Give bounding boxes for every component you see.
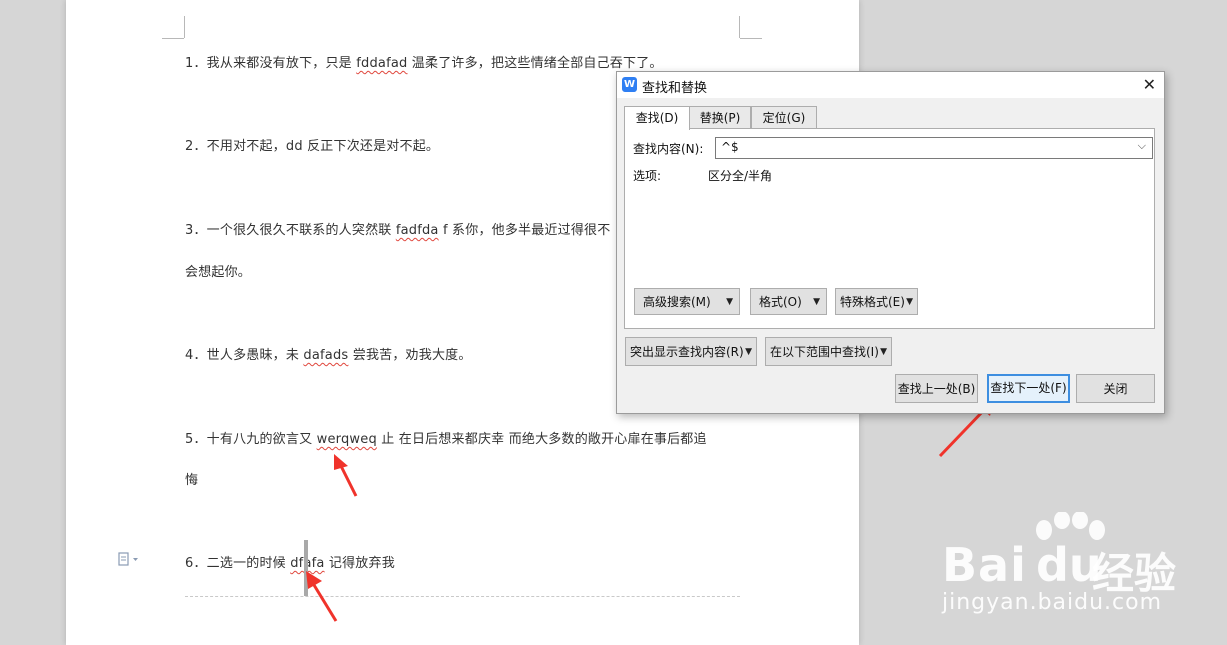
line-text: 6．二选一的时候	[185, 556, 291, 571]
dialog-title: 查找和替换	[642, 81, 708, 96]
line-text: 3．一个很久很久不联系的人突然联	[185, 223, 396, 238]
find-content-value: ^$	[721, 140, 739, 154]
dropdown-arrow-icon: ▼	[745, 347, 752, 357]
line-text: 止 在日后想来都庆幸 而绝大多数的敞开心扉在事后都追	[376, 432, 707, 447]
annotation-arrow-2	[306, 571, 338, 622]
find-next-button[interactable]: 查找下一处(F)	[987, 374, 1070, 403]
find-replace-dialog[interactable]: W 查找和替换 ✕ 查找(D) 替换(P) 定位(G) 查找内容(N): ^$ …	[616, 71, 1165, 414]
line-text: 5．十有八九的欲言又	[185, 432, 317, 447]
highlight-found-button[interactable]: 突出显示查找内容(R) ▼	[625, 337, 757, 366]
dropdown-arrow-icon: ▼	[880, 347, 887, 357]
close-icon[interactable]: ✕	[1143, 75, 1156, 94]
crop-mark-top-left-h	[162, 38, 184, 39]
dropdown-arrow-icon: ▼	[813, 297, 820, 307]
spelling-error[interactable]: werqweq	[317, 432, 377, 447]
line-text: 会想起你。	[185, 265, 252, 280]
double-chevron-icon: ▼	[726, 297, 733, 307]
tab-find[interactable]: 查找(D)	[624, 106, 690, 130]
button-label: 特殊格式(E)	[840, 295, 905, 309]
paragraph-menu-icon[interactable]	[118, 552, 140, 570]
button-label: 在以下范围中查找(I)	[770, 345, 879, 359]
tab-goto[interactable]: 定位(G)	[751, 106, 817, 129]
paragraph-line-4[interactable]: 4．世人多愚昧，未 dafads 尝我苦，劝我大度。	[185, 344, 472, 363]
button-label: 格式(O)	[759, 295, 802, 309]
find-content-input[interactable]: ^$ ⌵	[715, 137, 1153, 159]
find-tab-panel: 查找内容(N): ^$ ⌵ 选项: 区分全/半角 高级搜索(M) ▼ 格式(O) ▼…	[624, 128, 1155, 329]
paragraph-line-5b[interactable]: 悔	[185, 469, 198, 488]
line-text: 4．世人多愚昧，未	[185, 348, 304, 363]
crop-mark-top-right-h	[740, 38, 762, 39]
line-text: f 系你，他多半最近过得很不	[438, 223, 611, 238]
find-previous-button[interactable]: 查找上一处(B)	[895, 374, 978, 403]
button-label: 高级搜索(M)	[643, 295, 711, 309]
spelling-error[interactable]: fadfda	[396, 223, 439, 238]
button-label: 突出显示查找内容(R)	[630, 345, 744, 359]
paragraph-line-6[interactable]: 6．二选一的时候 dfafa 记得放弃我	[185, 552, 395, 571]
line-text: 1．我从来都没有放下，只是	[185, 56, 357, 71]
baidu-url: jingyan.baidu.com	[942, 590, 1163, 615]
baidu-brand-latin-1: Bai	[942, 538, 1027, 592]
paragraph-line-2[interactable]: 2．不用对不起，dd 反正下次还是对不起。	[185, 135, 439, 154]
paragraph-line-1[interactable]: 1．我从来都没有放下，只是 fddafad 温柔了许多，把这些情绪全部自己吞下了…	[185, 52, 663, 71]
paragraph-line-5[interactable]: 5．十有八九的欲言又 werqweq 止 在日后想来都庆幸 而绝大多数的敞开心扉…	[185, 428, 707, 447]
dropdown-arrow-icon: ▼	[906, 297, 913, 307]
line-text: 2．不用对不起，dd 反正下次还是对不起。	[185, 139, 440, 154]
paragraph-line-3[interactable]: 3．一个很久很久不联系的人突然联 fadfda f 系你，他多半最近过得很不	[185, 219, 610, 238]
format-button[interactable]: 格式(O) ▼	[750, 288, 827, 315]
page-end-divider	[185, 596, 740, 597]
tab-replace[interactable]: 替换(P)	[689, 106, 751, 129]
spelling-error[interactable]: fddafad	[356, 56, 407, 71]
crop-mark-top-left	[184, 16, 185, 38]
crop-mark-top-right	[739, 16, 740, 38]
close-button[interactable]: 关闭	[1076, 374, 1155, 403]
options-value: 区分全/半角	[708, 169, 773, 183]
special-format-button[interactable]: 特殊格式(E) ▼	[835, 288, 918, 315]
line-text: 尝我苦，劝我大度。	[348, 348, 472, 363]
find-in-range-button[interactable]: 在以下范围中查找(I) ▼	[765, 337, 892, 366]
advanced-search-button[interactable]: 高级搜索(M) ▼	[634, 288, 740, 315]
line-text: 温柔了许多，把这些情绪全部自己吞下了。	[407, 56, 663, 71]
wps-logo-icon: W	[622, 77, 637, 92]
chevron-down-icon[interactable]: ⌵	[1138, 139, 1146, 153]
find-content-label: 查找内容(N):	[633, 142, 704, 156]
options-label: 选项:	[633, 169, 662, 183]
spelling-error[interactable]: dafads	[303, 348, 348, 363]
line-text: 悔	[185, 473, 199, 488]
dialog-title-bar[interactable]: W 查找和替换 ✕	[617, 72, 1164, 98]
annotation-arrow-1	[334, 454, 358, 497]
paragraph-line-3b[interactable]: 会想起你。	[185, 261, 251, 280]
